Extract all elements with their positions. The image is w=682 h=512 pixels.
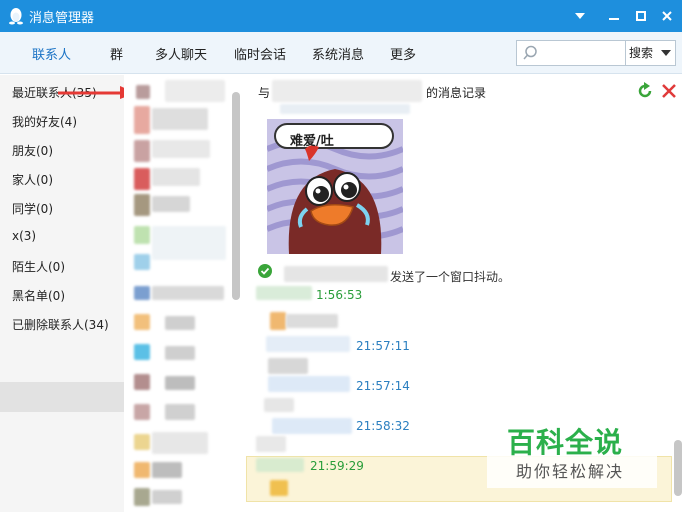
list-item[interactable]: [165, 316, 195, 330]
window-title: 消息管理器: [29, 11, 95, 26]
category-blacklist[interactable]: 黑名单(0): [12, 287, 65, 304]
avatar: [134, 434, 150, 450]
avatar: [134, 106, 150, 134]
message-time: 21:59:29: [310, 459, 364, 473]
avatar: [134, 404, 150, 420]
maximize-button[interactable]: [631, 6, 651, 26]
category-strangers[interactable]: 陌生人(0): [12, 258, 65, 275]
tab-multi-chat[interactable]: 多人聊天: [155, 44, 207, 63]
sender-name-redacted: [272, 418, 352, 434]
category-classmates[interactable]: 同学(0): [12, 200, 53, 217]
avatar: [134, 314, 150, 330]
sender-name-redacted: [284, 266, 388, 282]
avatar: [134, 286, 150, 300]
list-item[interactable]: [152, 462, 182, 478]
sender-name-redacted: [256, 458, 304, 472]
list-item[interactable]: [152, 432, 208, 454]
close-icon: [662, 11, 672, 21]
sender-name-redacted: [256, 286, 312, 300]
avatar: [134, 374, 150, 390]
search-button-label: 搜索: [629, 46, 654, 60]
crying-rooster-sticker: [267, 119, 403, 254]
checkmark-icon: [258, 264, 272, 278]
message-content-redacted: [264, 398, 294, 412]
contact-list-scrollbar[interactable]: [232, 92, 240, 300]
avatar: [134, 226, 150, 244]
avatar: [136, 85, 150, 99]
chevron-down-icon: [575, 13, 585, 19]
avatar: [134, 194, 150, 216]
list-item[interactable]: [152, 140, 210, 158]
category-x[interactable]: x(3): [12, 229, 36, 243]
maximize-icon: [636, 11, 646, 21]
list-item[interactable]: [165, 346, 195, 360]
refresh-icon[interactable]: [636, 82, 654, 100]
sender-name-redacted: [266, 336, 350, 352]
category-deleted-contacts[interactable]: 已删除联系人(34): [12, 316, 109, 333]
list-item[interactable]: [152, 226, 226, 260]
list-item[interactable]: [152, 108, 208, 130]
minimize-icon: [609, 18, 619, 20]
message-time: 21:58:32: [356, 419, 410, 433]
category-family[interactable]: 家人(0): [12, 171, 53, 188]
avatar: [134, 462, 150, 478]
tab-temp-session[interactable]: 临时会话: [234, 44, 286, 63]
list-item[interactable]: [152, 286, 224, 300]
avatar: [134, 168, 150, 190]
search-button[interactable]: 搜索: [626, 40, 676, 66]
sender-name-redacted: [268, 376, 350, 392]
list-item[interactable]: [152, 490, 182, 504]
avatar: [134, 488, 150, 506]
tab-more[interactable]: 更多: [390, 44, 416, 63]
qq-penguin-icon: [9, 8, 23, 25]
history-header-suffix: 的消息记录: [426, 86, 487, 100]
message-content-redacted: [286, 314, 338, 328]
avatar: [134, 344, 150, 360]
tab-contacts[interactable]: 联系人: [32, 44, 71, 63]
watermark-title: 百科全说: [507, 426, 624, 459]
watermark-subtitle: 助你轻松解决: [516, 462, 625, 481]
message-time: 21:57:11: [356, 339, 410, 353]
history-header-prefix: 与: [258, 86, 271, 100]
sender-line-redacted: [280, 104, 410, 114]
avatar: [134, 140, 150, 162]
message-content-redacted: [270, 312, 286, 330]
category-my-friends[interactable]: 我的好友(4): [12, 113, 77, 130]
message-time: 1:56:53: [316, 288, 363, 302]
close-button[interactable]: [657, 6, 677, 26]
avatar: [134, 254, 150, 270]
tab-groups[interactable]: 群: [110, 44, 123, 63]
sticker-caption: 难爱/吐: [290, 134, 334, 149]
chevron-down-icon: [661, 50, 671, 56]
list-item[interactable]: [165, 404, 195, 420]
tab-system-messages[interactable]: 系统消息: [312, 44, 364, 63]
window-shake-notice: 发送了一个窗口抖动。: [390, 270, 511, 284]
list-item[interactable]: [152, 168, 200, 186]
list-item[interactable]: [152, 196, 190, 212]
search-icon: [523, 45, 537, 60]
contact-name-redacted: [272, 80, 422, 102]
message-content-redacted: [270, 480, 288, 496]
message-content-redacted: [268, 358, 308, 374]
list-item[interactable]: [165, 80, 225, 102]
message-time: 21:57:14: [356, 379, 410, 393]
message-scrollbar[interactable]: [674, 440, 682, 496]
category-friends[interactable]: 朋友(0): [12, 142, 53, 159]
message-content-redacted: [256, 436, 286, 452]
title-bar: 消息管理器: [0, 0, 682, 32]
selected-row-highlight: [0, 382, 124, 412]
delete-icon[interactable]: [660, 82, 678, 100]
list-item[interactable]: [165, 376, 195, 390]
minimize-button[interactable]: [604, 6, 624, 26]
dropdown-menu-button[interactable]: [570, 6, 590, 26]
